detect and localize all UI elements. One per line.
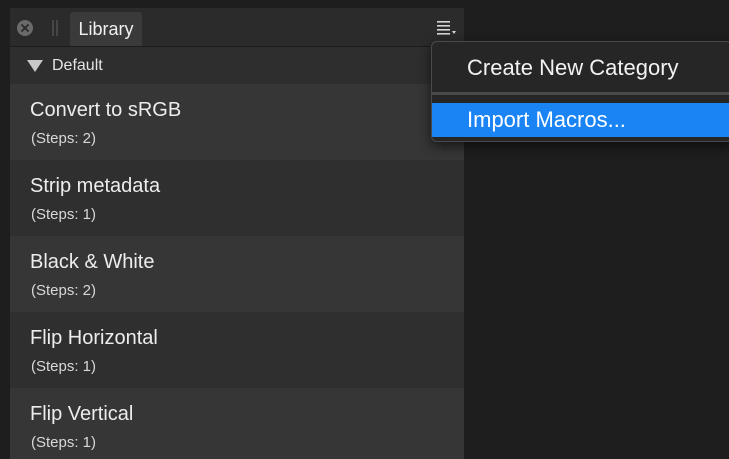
hamburger-menu-icon [437,21,456,35]
macro-steps: (Steps: 1) [31,206,97,223]
menu-item-create-new-category[interactable]: Create New Category [432,50,729,86]
panel-header: Library [10,8,464,47]
category-label: Default [52,57,103,74]
library-panel: Library Default Convert to sRGB (Steps: … [10,8,464,459]
macro-steps: (Steps: 1) [31,434,97,451]
macro-name: Strip metadata [30,175,161,197]
disclosure-triangle-icon[interactable] [27,60,43,72]
macro-list: Convert to sRGB (Steps: 2) Strip metadat… [10,84,464,459]
macro-name: Flip Horizontal [30,327,158,349]
macro-name: Flip Vertical [30,403,134,425]
macro-steps: (Steps: 2) [31,282,97,299]
panel-menu-button[interactable] [436,20,458,36]
close-panel-button[interactable] [17,20,33,36]
category-default[interactable]: Default [10,47,464,84]
macro-steps: (Steps: 2) [31,130,97,147]
macro-name: Black & White [30,251,155,273]
macro-name: Convert to sRGB [30,99,182,121]
menu-separator [432,92,729,95]
close-icon [21,24,29,32]
macro-steps: (Steps: 1) [31,358,97,375]
panel-dropdown-menu: Create New Category Import Macros... [431,41,729,142]
tab-library[interactable]: Library [70,12,142,46]
grip-icon[interactable] [52,20,58,36]
macro-item[interactable]: Black & White (Steps: 2) [10,236,464,312]
app-window: Library Default Convert to sRGB (Steps: … [0,0,729,459]
macro-item[interactable]: Flip Horizontal (Steps: 1) [10,312,464,388]
macro-item[interactable]: Strip metadata (Steps: 1) [10,160,464,236]
macro-item[interactable]: Flip Vertical (Steps: 1) [10,388,464,459]
menu-item-import-macros[interactable]: Import Macros... [432,103,729,137]
macro-item[interactable]: Convert to sRGB (Steps: 2) [10,84,464,160]
